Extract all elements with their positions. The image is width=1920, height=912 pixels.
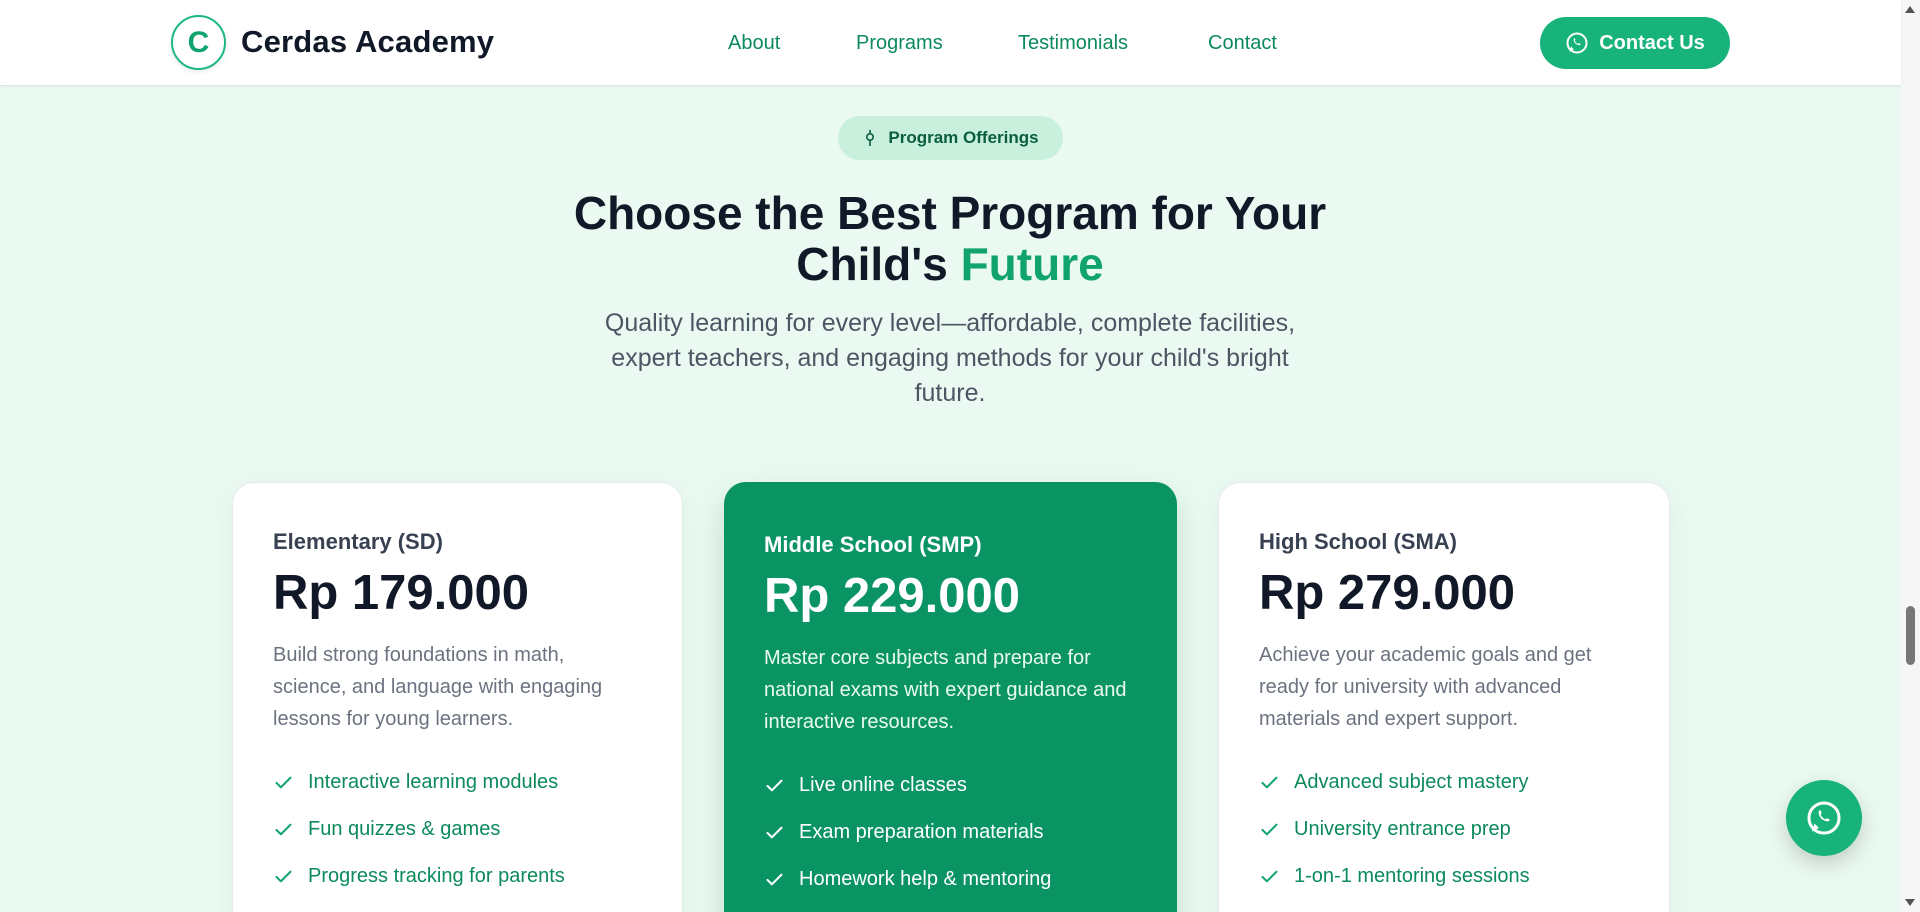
program-card-high-school[interactable]: High School (SMA) Rp 279.000 Achieve you… <box>1218 482 1670 912</box>
feature-item: Exam preparation materials <box>764 809 1137 856</box>
feature-item: 1-on-1 mentoring sessions <box>1259 853 1629 900</box>
nav-testimonials[interactable]: Testimonials <box>1018 32 1128 55</box>
whatsapp-icon <box>1566 32 1588 54</box>
feature-item: University entrance prep <box>1259 806 1629 853</box>
feature-item: Fun quizzes & games <box>273 806 642 853</box>
feature-item: Advanced subject mastery <box>1259 759 1629 806</box>
nav-contact[interactable]: Contact <box>1208 32 1277 55</box>
check-icon <box>1261 870 1278 883</box>
feature-item: Homework help & mentoring <box>764 856 1137 903</box>
check-icon <box>766 779 783 792</box>
check-icon <box>1261 776 1278 789</box>
program-tier: Middle School (SMP) <box>764 532 982 557</box>
pill-label: Program Offerings <box>888 128 1039 147</box>
contact-us-button[interactable]: Contact Us <box>1540 17 1730 69</box>
nav-about[interactable]: About <box>728 32 780 55</box>
scroll-up-arrow[interactable] <box>1905 6 1915 13</box>
logo-letter: C <box>187 25 210 59</box>
brand-name[interactable]: Cerdas Academy <box>241 24 494 60</box>
nav-programs[interactable]: Programs <box>856 32 943 55</box>
check-icon <box>1261 823 1278 836</box>
page-scrollbar[interactable] <box>1901 0 1920 912</box>
feature-label: Exam preparation materials <box>799 821 1044 843</box>
feature-list: Live online classes Exam preparation mat… <box>764 762 1137 903</box>
feature-list: Advanced subject mastery University entr… <box>1259 759 1629 900</box>
feature-list: Interactive learning modules Fun quizzes… <box>273 759 642 900</box>
check-icon <box>766 826 783 839</box>
section-pill: Program Offerings <box>838 116 1063 160</box>
whatsapp-float-button[interactable] <box>1786 780 1862 856</box>
check-icon <box>275 870 292 883</box>
section-headline: Choose the Best Program for Your Child's… <box>560 188 1340 290</box>
feature-label: Live online classes <box>799 774 967 796</box>
feature-label: Interactive learning modules <box>308 771 559 793</box>
whatsapp-icon <box>1807 801 1841 835</box>
feature-label: Fun quizzes & games <box>308 818 501 840</box>
program-description: Build strong foundations in math, scienc… <box>273 644 603 730</box>
feature-label: 1-on-1 mentoring sessions <box>1294 865 1530 887</box>
pin-icon <box>866 130 875 146</box>
program-card-elementary[interactable]: Elementary (SD) Rp 179.000 Build strong … <box>232 482 683 912</box>
site-header: C Cerdas Academy About Programs Testimon… <box>0 0 1901 86</box>
program-description: Achieve your academic goals and get read… <box>1259 644 1592 730</box>
program-card-middle-school[interactable]: Middle School (SMP) Rp 229.000 Master co… <box>724 482 1177 912</box>
section-subtext: Quality learning for every level—afforda… <box>604 309 1296 407</box>
headline-accent: Future <box>960 238 1104 290</box>
feature-label: Advanced subject mastery <box>1294 771 1529 793</box>
check-icon <box>766 873 783 886</box>
contact-us-label: Contact Us <box>1599 31 1705 54</box>
headline-main: Choose the Best Program for Your Child's <box>573 187 1327 290</box>
feature-label: University entrance prep <box>1294 818 1511 840</box>
check-icon <box>275 823 292 836</box>
program-price: Rp 179.000 <box>273 566 530 620</box>
program-description: Master core subjects and prepare for nat… <box>764 647 1127 733</box>
program-tier: Elementary (SD) <box>273 529 443 554</box>
program-price: Rp 229.000 <box>764 569 1021 623</box>
feature-item: Progress tracking for parents <box>273 853 642 900</box>
feature-label: Progress tracking for parents <box>308 865 565 887</box>
logo-badge[interactable]: C <box>171 15 226 70</box>
program-tier: High School (SMA) <box>1259 529 1457 554</box>
scroll-thumb[interactable] <box>1906 606 1915 665</box>
scroll-down-arrow[interactable] <box>1905 899 1915 906</box>
feature-item: Interactive learning modules <box>273 759 642 806</box>
program-price: Rp 279.000 <box>1259 566 1516 620</box>
feature-label: Homework help & mentoring <box>799 868 1052 890</box>
feature-item: Live online classes <box>764 762 1137 809</box>
check-icon <box>275 776 292 789</box>
